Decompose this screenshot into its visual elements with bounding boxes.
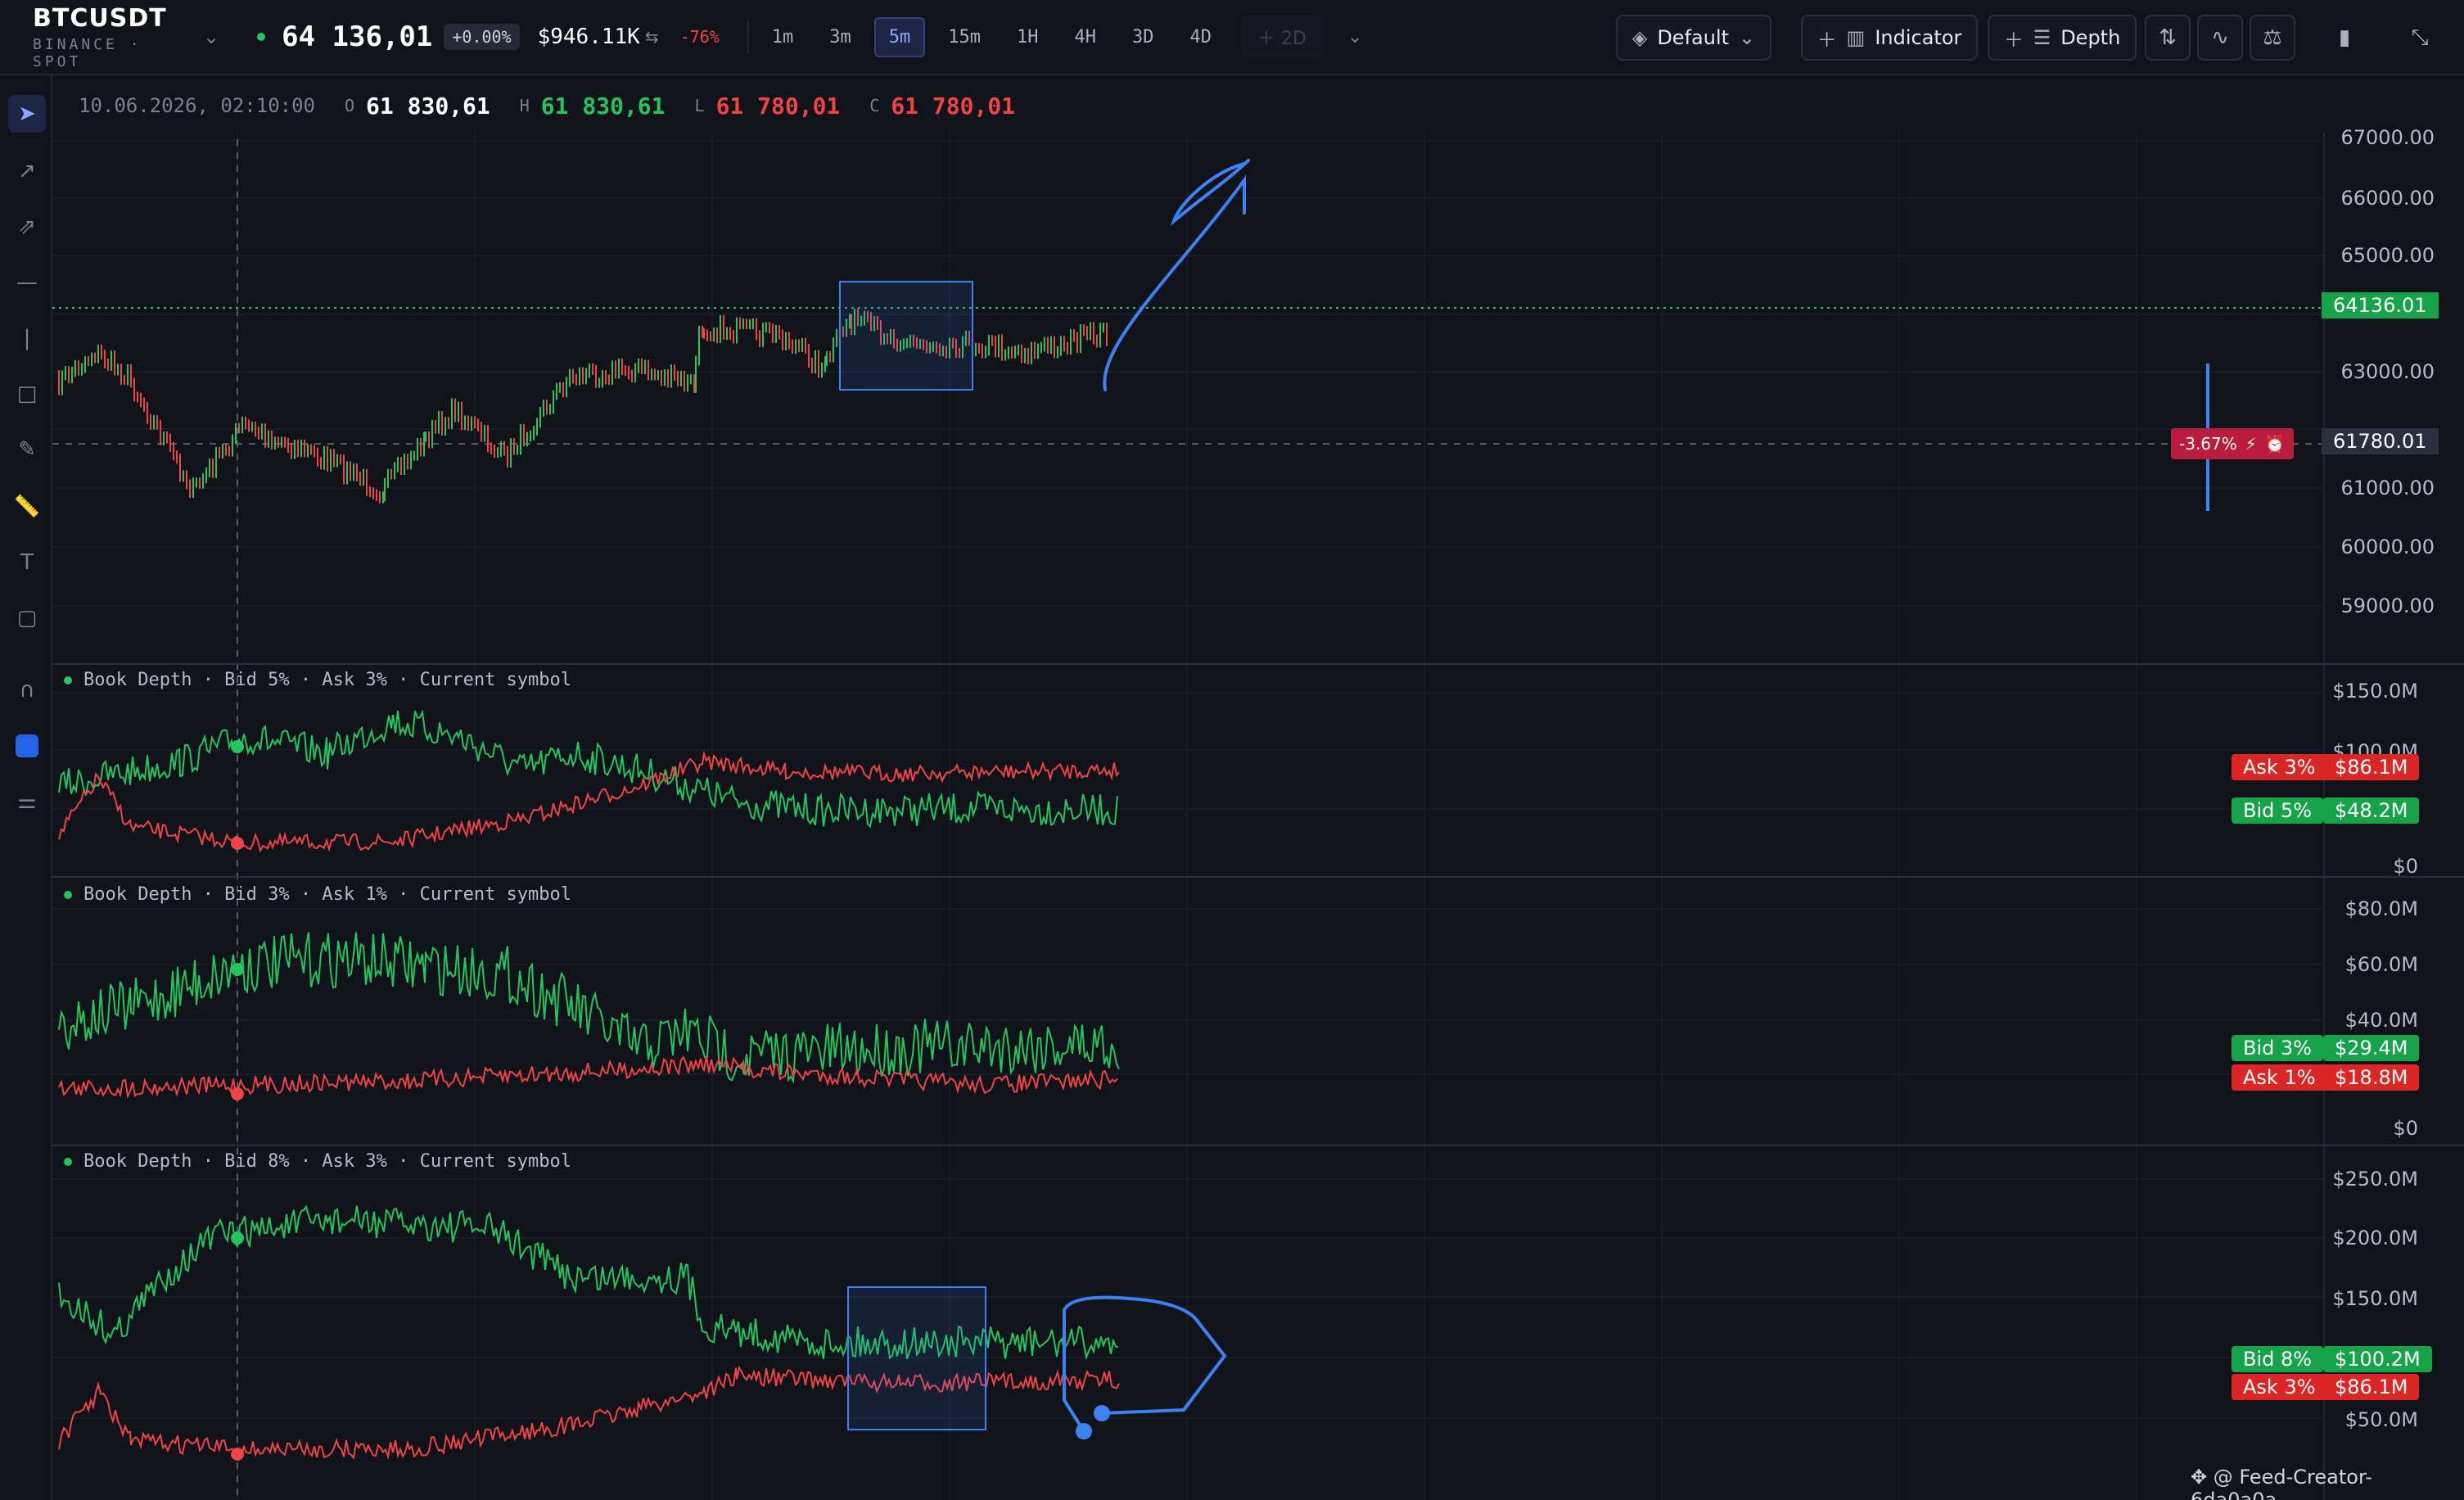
current-price-tag: 64136.01: [2322, 292, 2439, 319]
price-tick: 67000.00: [2340, 126, 2435, 149]
pane-legend: Book Depth · Bid 8% · Ask 3% · Current s…: [64, 1151, 571, 1172]
ask-value-pill: $86.1M: [2323, 1374, 2420, 1400]
drawing-handle: [1094, 1405, 1110, 1421]
bid-value-pill: $100.2M: [2323, 1346, 2432, 1372]
bid-label-pill: Bid 8%: [2232, 1346, 2324, 1372]
pane-legend-text: Book Depth · Bid 5% · Ask 3% · Current s…: [83, 670, 572, 690]
watermark: ✥ @ Feed-Creator-6da0a0a...: [2191, 1466, 2464, 1500]
rectangle-drawing: [839, 281, 973, 391]
close-label: C: [869, 96, 880, 115]
depth-tick: $80.0M: [2344, 897, 2418, 920]
alert-icon[interactable]: ⏰: [2265, 434, 2286, 454]
low-value: 61 780,01: [715, 92, 841, 120]
depth-tick: $40.0M: [2344, 1009, 2418, 1032]
drawing-handle: [1076, 1423, 1092, 1439]
open-label: O: [344, 96, 355, 115]
depth-tick: $0: [2393, 855, 2418, 878]
crosshair-point: [231, 963, 244, 976]
ohlc-legend: 10.06.2026, 02:10:00 O 61 830,61 H 61 83…: [52, 79, 2323, 133]
chart-canvas[interactable]: [0, 0, 2464, 1500]
pane-divider[interactable]: [52, 1145, 2464, 1146]
creator-icon: ✥: [2191, 1466, 2214, 1489]
bid-value-pill: $48.2M: [2323, 797, 2420, 824]
ask-label-pill: Ask 3%: [2232, 754, 2327, 780]
ask-label-pill: Ask 1%: [2232, 1064, 2327, 1091]
open-value: 61 830,61: [366, 92, 490, 120]
depth-tick: $150.0M: [2332, 1287, 2418, 1310]
brush-drawing: [1063, 1295, 1227, 1433]
status-dot: [64, 890, 72, 899]
price-tick: 59000.00: [2340, 594, 2435, 617]
crosshair-point: [231, 1231, 244, 1245]
price-tick: 66000.00: [2340, 187, 2435, 210]
arrow-drawing: [1103, 159, 1250, 391]
cursor-change-pct: -3.67%: [2179, 434, 2237, 454]
high-label: H: [519, 96, 530, 115]
price-tick: 63000.00: [2340, 360, 2435, 383]
close-value: 61 780,01: [891, 92, 1016, 120]
cursor-date: 10.06.2026, 02:10:00: [79, 94, 315, 117]
pane-divider[interactable]: [52, 876, 2464, 878]
cursor-change-badge: -3.67% ⚡ ⏰: [2171, 428, 2294, 459]
depth-tick: $0: [2393, 1117, 2418, 1140]
crosshair-point: [231, 1087, 244, 1100]
crosshair-point: [231, 837, 244, 850]
pane-divider[interactable]: [52, 663, 2464, 665]
ask-value-pill: $18.8M: [2323, 1064, 2420, 1091]
depth-tick: $60.0M: [2344, 953, 2418, 976]
pane-legend: Book Depth · Bid 3% · Ask 1% · Current s…: [64, 884, 571, 905]
depth-tick: $50.0M: [2344, 1408, 2418, 1431]
crosshair-point: [231, 1448, 244, 1461]
price-tick: 61000.00: [2340, 477, 2435, 499]
ask-value-pill: $86.1M: [2323, 754, 2420, 780]
depth-tick: $250.0M: [2332, 1168, 2418, 1191]
price-tick: 65000.00: [2340, 244, 2435, 267]
bid-depth-line: [58, 932, 1120, 1084]
low-label: L: [694, 96, 705, 115]
depth-tick: $150.0M: [2332, 680, 2418, 703]
pane-legend: Book Depth · Bid 5% · Ask 3% · Current s…: [64, 670, 571, 690]
bid-label-pill: Bid 5%: [2232, 797, 2324, 824]
rectangle-drawing: [847, 1286, 986, 1430]
bid-label-pill: Bid 3%: [2232, 1035, 2324, 1061]
status-dot: [64, 1157, 72, 1166]
depth-tick: $200.0M: [2332, 1227, 2418, 1249]
price-tick: 60000.00: [2340, 535, 2435, 558]
trading-app: BTCUSDT BINANCE · SPOT ⌄ 64 136,01 +0.00…: [0, 0, 2464, 1500]
pane-legend-text: Book Depth · Bid 8% · Ask 3% · Current s…: [83, 1151, 572, 1172]
lightning-icon[interactable]: ⚡: [2245, 434, 2257, 454]
ask-depth-line: [58, 1055, 1118, 1099]
watermark-text: @ Feed-Creator-6da0a0a...: [2191, 1466, 2372, 1500]
bid-value-pill: $29.4M: [2323, 1035, 2420, 1061]
high-value: 61 830,61: [540, 92, 666, 120]
cursor-price-tag: 61780.01: [2322, 428, 2439, 454]
ask-label-pill: Ask 3%: [2232, 1374, 2327, 1400]
status-dot: [64, 675, 72, 684]
pane-legend-text: Book Depth · Bid 3% · Ask 1% · Current s…: [83, 884, 572, 905]
crosshair-point: [231, 740, 244, 753]
